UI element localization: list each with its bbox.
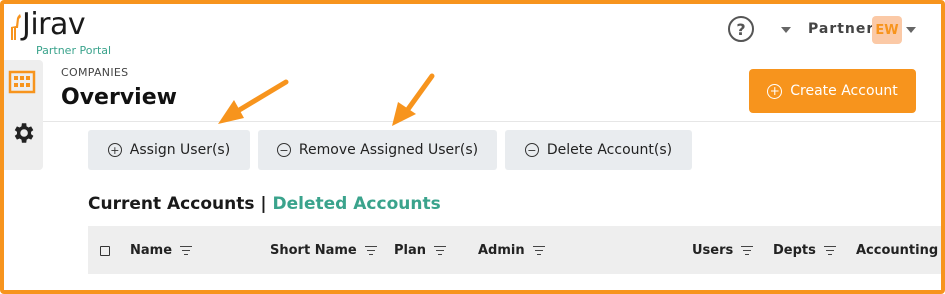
column-header-users[interactable]: Users xyxy=(692,226,754,274)
annotation-arrow xyxy=(392,73,435,126)
table-header: Name Short Name Plan Admin Users Depts A… xyxy=(88,226,941,274)
filter-icon[interactable] xyxy=(434,245,447,255)
annotation-arrow xyxy=(218,79,289,124)
column-header-depts[interactable]: Depts xyxy=(773,226,836,274)
create-account-label: Create Account xyxy=(790,83,898,99)
delete-accounts-label: Delete Account(s) xyxy=(546,142,673,158)
minus-circle-icon: − xyxy=(524,143,539,157)
logo-wordmark: Jirav xyxy=(22,7,86,42)
column-label: Depts xyxy=(773,242,816,258)
portal-label: Partner Portal xyxy=(36,44,112,57)
partner-label[interactable]: Partner xyxy=(808,21,874,37)
building-icon[interactable] xyxy=(8,66,36,96)
current-accounts-tab[interactable]: Current Accounts xyxy=(88,194,254,214)
column-label: Short Name xyxy=(270,242,357,258)
column-label: Plan xyxy=(394,242,427,258)
filter-icon[interactable] xyxy=(364,245,377,255)
filter-icon[interactable] xyxy=(741,245,754,255)
assign-users-label: Assign User(s) xyxy=(129,142,231,158)
delete-accounts-button[interactable]: − Delete Account(s) xyxy=(505,130,692,170)
plus-circle-icon: + xyxy=(107,143,122,157)
filter-icon[interactable] xyxy=(823,245,836,255)
remove-assigned-users-button[interactable]: − Remove Assigned User(s) xyxy=(258,130,497,170)
select-all-checkbox[interactable] xyxy=(100,246,110,256)
gear-icon[interactable] xyxy=(10,120,36,146)
create-account-button[interactable]: + Create Account xyxy=(749,69,916,113)
divider xyxy=(43,121,941,122)
assign-users-button[interactable]: + Assign User(s) xyxy=(88,130,250,170)
column-label: Name xyxy=(130,242,173,258)
column-label: Users xyxy=(692,242,734,258)
column-label: Admin xyxy=(478,242,525,258)
column-header-accounting[interactable]: Accounting xyxy=(856,226,938,274)
column-header-admin[interactable]: Admin xyxy=(478,226,545,274)
plus-circle-icon: + xyxy=(767,83,783,99)
page-title: Overview xyxy=(61,85,177,110)
tab-separator: | xyxy=(260,194,267,214)
breadcrumb[interactable]: COMPANIES xyxy=(61,66,128,79)
avatar[interactable]: EW xyxy=(872,16,902,44)
question-circle-icon[interactable]: ? xyxy=(728,16,754,42)
deleted-accounts-tab[interactable]: Deleted Accounts xyxy=(273,194,441,214)
column-header-name[interactable]: Name xyxy=(130,226,193,274)
column-label: Accounting xyxy=(856,242,939,258)
chevron-down-icon[interactable] xyxy=(906,27,916,33)
filter-icon[interactable] xyxy=(180,245,193,255)
sidebar xyxy=(4,60,43,170)
column-header-plan[interactable]: Plan xyxy=(394,226,447,274)
minus-circle-icon: − xyxy=(276,143,291,157)
column-header-short-name[interactable]: Short Name xyxy=(270,226,377,274)
filter-icon[interactable] xyxy=(532,245,545,255)
remove-assigned-users-label: Remove Assigned User(s) xyxy=(298,142,479,158)
chevron-down-icon[interactable] xyxy=(781,27,791,33)
accounts-heading: Current Accounts | Deleted Accounts xyxy=(88,194,441,214)
